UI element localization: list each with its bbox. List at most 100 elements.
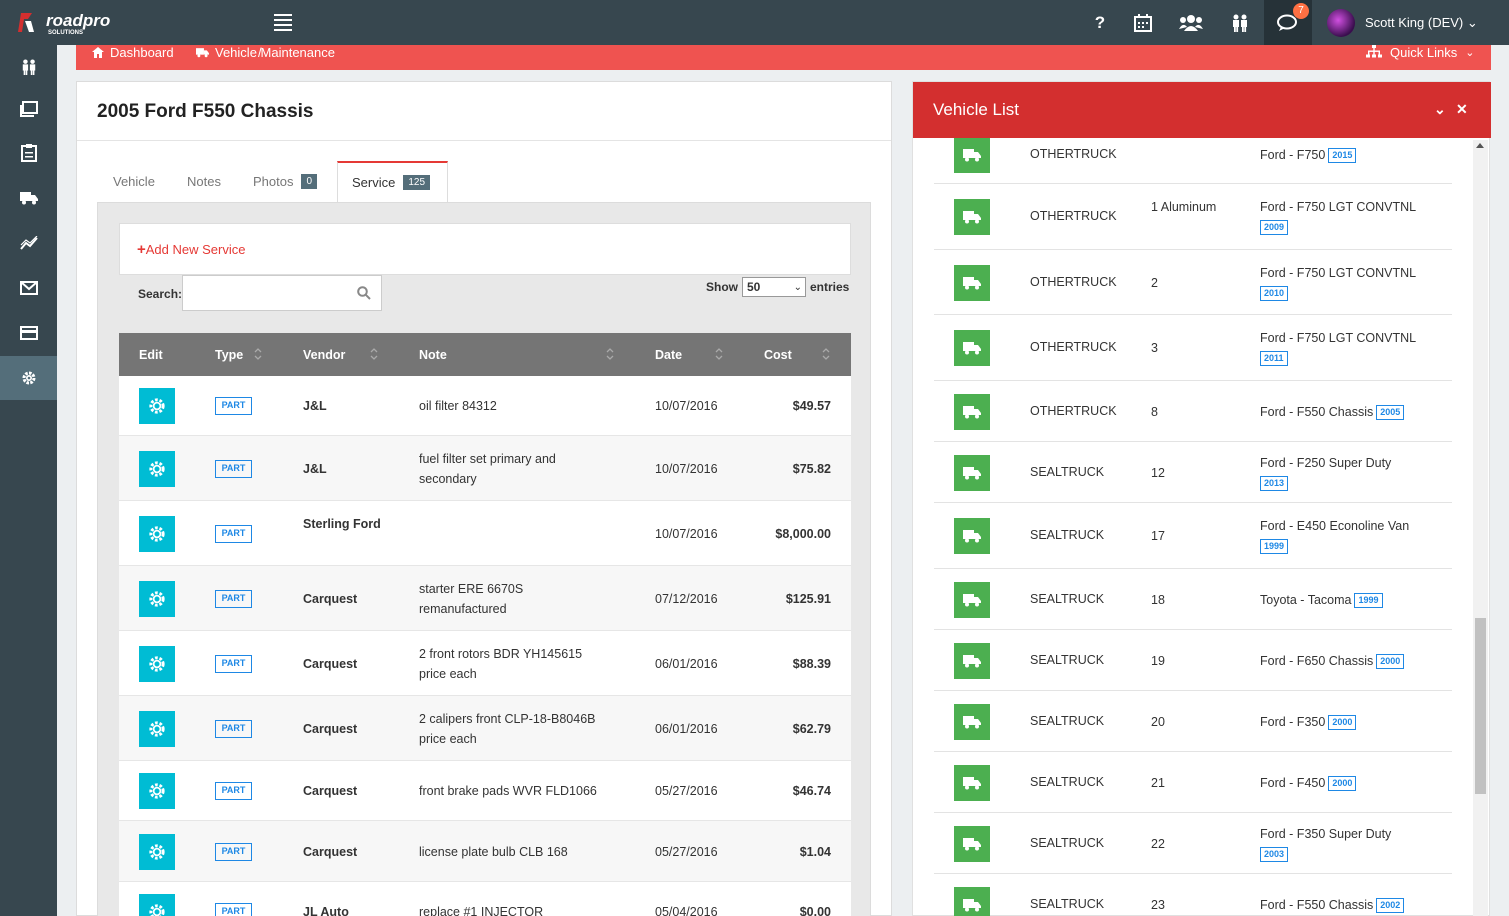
sort-icon[interactable] xyxy=(715,347,723,361)
column-note[interactable]: Note xyxy=(419,333,447,376)
vehicle-select-button[interactable] xyxy=(954,886,990,916)
vehicle-list-item[interactable]: OTHERTRUCK 1 Aluminum Ford - F750 LGT CONV… xyxy=(934,184,1452,250)
truck-icon xyxy=(963,210,981,224)
vehicle-list-header: Vehicle List ⌄ ✕ xyxy=(913,82,1491,138)
users-group-icon[interactable] xyxy=(1179,11,1203,35)
sidebar-item-settings[interactable] xyxy=(0,356,57,400)
vehicle-select-button[interactable] xyxy=(954,703,990,740)
search-box xyxy=(182,275,382,311)
vehicle-select-button[interactable] xyxy=(954,581,990,618)
edit-button[interactable] xyxy=(139,388,175,424)
vehicle-list-item[interactable]: SEALTRUCK 12 Ford - F250 Super Duty 2013 xyxy=(934,442,1452,503)
gear-icon xyxy=(148,590,166,608)
vehicle-select-button[interactable] xyxy=(954,199,990,235)
note-cell: starter ERE 6670S remanufactured xyxy=(419,581,524,616)
vehicle-select-button[interactable] xyxy=(954,330,990,366)
vehicle-select-button[interactable] xyxy=(954,825,990,862)
sort-icon[interactable] xyxy=(370,347,378,361)
tab-label: Photos xyxy=(253,174,294,189)
tab-count-badge: 0 xyxy=(301,174,318,189)
sidebar-item-billing[interactable] xyxy=(0,311,57,355)
vehicle-list-item[interactable]: SEALTRUCK 23 Ford - F550 Chassis 2002 xyxy=(934,874,1452,916)
date-cell: 10/07/2016 xyxy=(655,526,718,541)
avatar[interactable] xyxy=(1327,9,1355,37)
scroll-up-icon[interactable] xyxy=(1476,143,1484,148)
truck-icon xyxy=(963,715,981,729)
vehicle-type: OTHERTRUCK xyxy=(1030,403,1117,418)
sidebar-item-clipboard[interactable] xyxy=(0,131,57,175)
vehicle-list-item[interactable]: SEALTRUCK 21 Ford - F450 2000 xyxy=(934,752,1452,813)
collapse-icon[interactable]: ⌄ xyxy=(1434,101,1446,118)
vehicle-list-item[interactable]: SEALTRUCK 20 Ford - F350 2000 xyxy=(934,691,1452,752)
vehicle-list-item[interactable]: SEALTRUCK 17 Ford - E450 Econoline Van 1999 xyxy=(934,503,1452,569)
breadcrumb-label: Vehicle Maintenance xyxy=(215,44,335,60)
mail-icon xyxy=(19,281,38,295)
sidebar-item-books[interactable] xyxy=(0,87,57,131)
tab-label: Service xyxy=(352,175,396,190)
divider xyxy=(77,140,891,141)
vehicle-model-cell: Ford - E450 Econoline Van 1999 xyxy=(1260,516,1450,556)
sidebar-item-trucks[interactable] xyxy=(0,176,57,220)
sidebar-item-reports[interactable] xyxy=(0,221,57,265)
edit-button[interactable] xyxy=(139,710,175,747)
vehicle-select-button[interactable] xyxy=(954,454,990,491)
vehicle-select-button[interactable] xyxy=(954,138,990,173)
vehicle-list-item[interactable]: OTHERTRUCK Ford - F750 2015 xyxy=(934,138,1452,184)
close-icon[interactable]: ✕ xyxy=(1456,101,1468,118)
edit-button[interactable] xyxy=(139,450,175,487)
vehicle-model: Ford - F750 LGT CONVTNL xyxy=(1260,331,1417,345)
tab-photos[interactable]: Photos 0 xyxy=(253,161,318,202)
edit-button[interactable] xyxy=(139,645,175,682)
people-icon[interactable] xyxy=(1228,11,1252,35)
vehicle-select-button[interactable] xyxy=(954,393,990,430)
truck-icon xyxy=(19,192,38,205)
vehicle-detail-panel: 2005 Ford F550 Chassis Vehicle Notes Pho… xyxy=(76,81,892,916)
vehicle-list-item[interactable]: OTHERTRUCK 3 Ford - F750 LGT CONVTNL 2011 xyxy=(934,315,1452,381)
truck-icon xyxy=(196,47,209,57)
column-type[interactable]: Type xyxy=(215,333,243,376)
vehicle-select-button[interactable] xyxy=(954,264,990,301)
tab-vehicle[interactable]: Vehicle xyxy=(113,161,155,202)
column-cost[interactable]: Cost xyxy=(764,333,792,376)
calendar-icon[interactable] xyxy=(1131,11,1155,35)
edit-button[interactable] xyxy=(139,773,175,809)
tab-notes[interactable]: Notes xyxy=(187,161,221,202)
vehicle-select-button[interactable] xyxy=(954,518,990,554)
edit-button[interactable] xyxy=(139,833,175,870)
vehicle-list-item[interactable]: OTHERTRUCK 8 Ford - F550 Chassis 2005 xyxy=(934,381,1452,442)
scrollbar[interactable] xyxy=(1473,140,1488,916)
vehicle-list-item[interactable]: SEALTRUCK 18 Toyota - Tacoma 1999 xyxy=(934,569,1452,630)
scroll-thumb[interactable] xyxy=(1475,618,1486,794)
search-input[interactable] xyxy=(183,276,348,310)
sort-icon[interactable] xyxy=(606,347,614,361)
tab-service[interactable]: Service 125 xyxy=(337,161,448,202)
vehicle-list-item[interactable]: SEALTRUCK 22 Ford - F350 Super Duty 2003 xyxy=(934,813,1452,874)
user-menu[interactable]: Scott King (DEV) ⌄ xyxy=(1365,15,1478,31)
vehicle-list-item[interactable]: SEALTRUCK 19 Ford - F650 Chassis 2000 xyxy=(934,630,1452,691)
sort-icon[interactable] xyxy=(254,347,262,361)
vehicle-select-button[interactable] xyxy=(954,764,990,801)
add-new-service-button[interactable]: +Add New Service xyxy=(137,241,245,258)
vehicle-select-button[interactable] xyxy=(954,642,990,679)
search-label: Search: xyxy=(138,287,183,301)
sidebar-item-mail[interactable] xyxy=(0,266,57,310)
breadcrumb-vehicle-maintenance[interactable]: Vehicle Maintenance xyxy=(196,44,335,60)
vehicle-list-item[interactable]: OTHERTRUCK 2 Ford - F750 LGT CONVTNL 2010 xyxy=(934,250,1452,315)
menu-toggle-icon[interactable] xyxy=(274,14,292,31)
help-icon[interactable]: ? xyxy=(1088,11,1112,35)
entries-select[interactable]: 50 ⌄ xyxy=(742,277,806,297)
roadpro-logo[interactable]: roadpro SOLUTIONS xyxy=(18,10,138,36)
column-vendor[interactable]: Vendor xyxy=(303,333,345,376)
edit-button[interactable] xyxy=(139,515,175,552)
year-badge: 2010 xyxy=(1260,285,1289,301)
edit-button[interactable] xyxy=(139,894,175,916)
edit-button[interactable] xyxy=(139,580,175,617)
chevron-down-icon: ⌄ xyxy=(793,281,802,293)
sort-icon[interactable] xyxy=(822,347,830,361)
column-date[interactable]: Date xyxy=(655,333,682,376)
year-badge: 2000 xyxy=(1328,775,1357,791)
sidebar-item-people[interactable] xyxy=(0,45,57,89)
breadcrumb-dashboard[interactable]: Dashboard xyxy=(92,45,174,60)
quick-links-menu[interactable]: Quick Links ⌄ xyxy=(1366,45,1474,60)
vehicle-type: OTHERTRUCK xyxy=(1030,340,1117,354)
